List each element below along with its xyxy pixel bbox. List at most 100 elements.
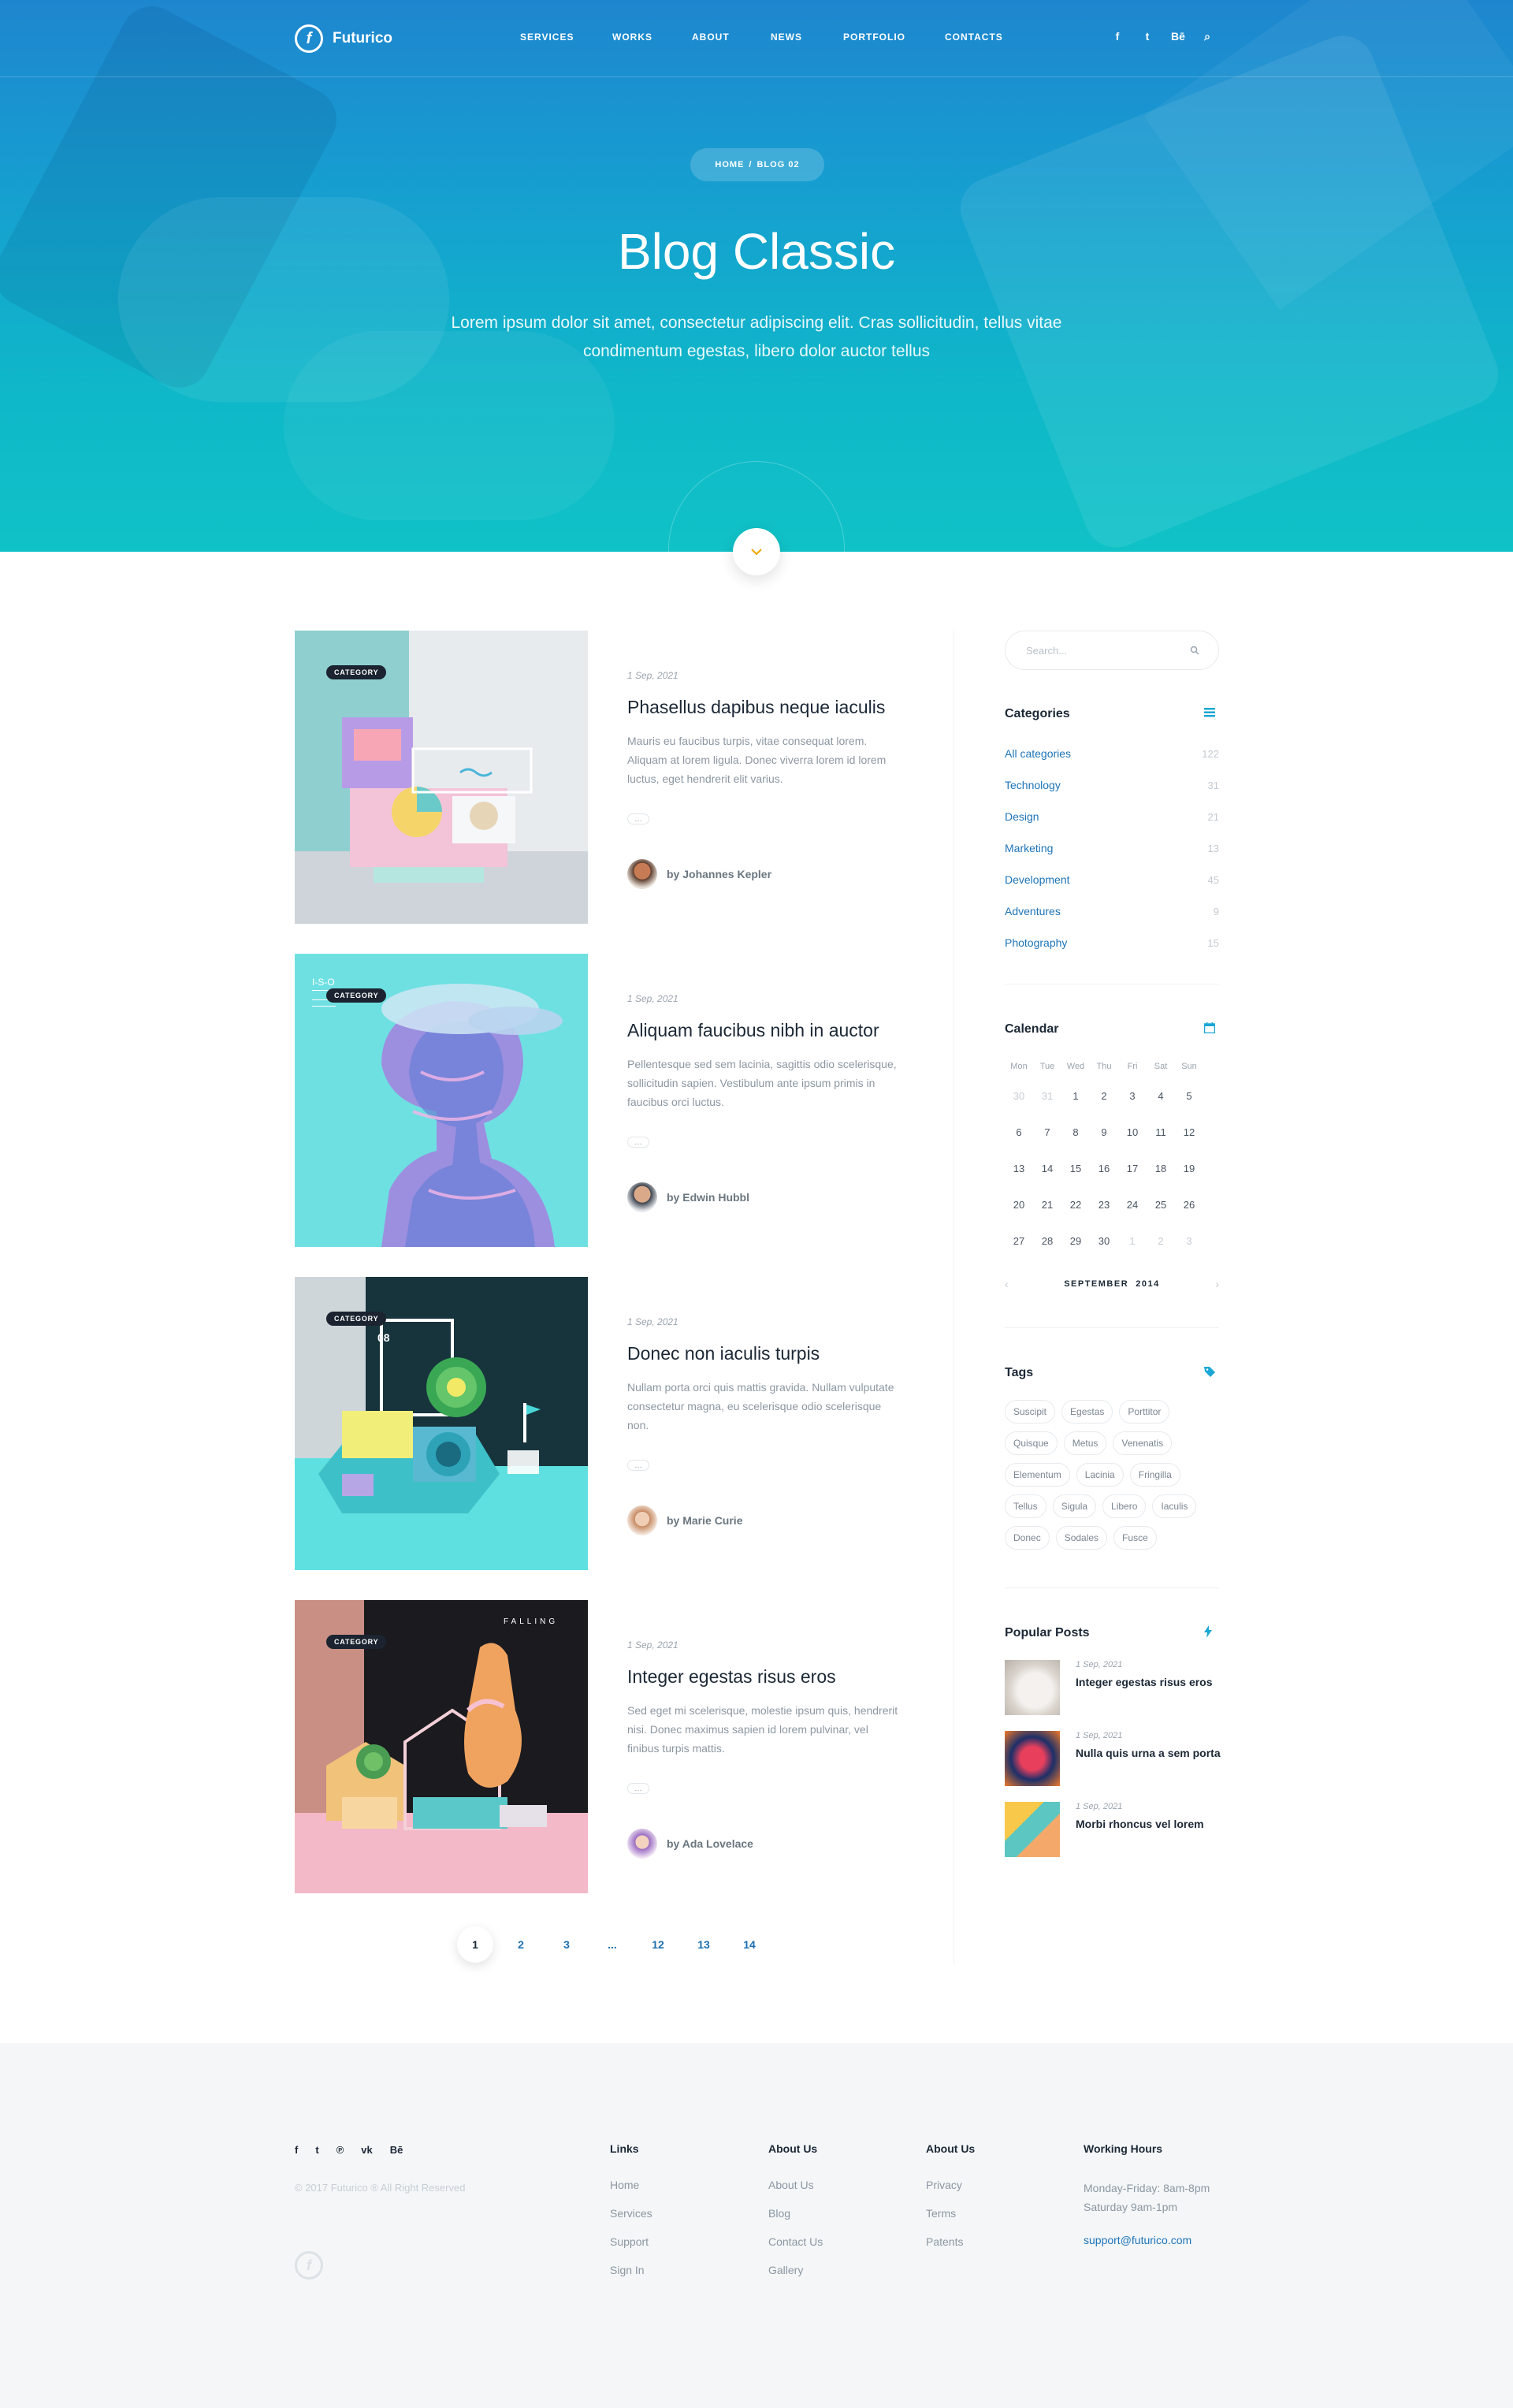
calendar-day[interactable]: 20: [1005, 1199, 1033, 1235]
footer-link-blog[interactable]: Blog: [768, 2207, 823, 2235]
search-icon[interactable]: [1190, 646, 1199, 655]
vk-icon[interactable]: vk: [361, 2144, 372, 2156]
read-more-button[interactable]: …: [627, 1783, 649, 1794]
calendar-day[interactable]: 27: [1005, 1235, 1033, 1271]
tag-item[interactable]: Elementum: [1005, 1463, 1070, 1487]
menu-item-portfolio[interactable]: PORTFOLIO: [843, 32, 945, 43]
calendar-day[interactable]: 31: [1033, 1090, 1061, 1126]
page-1[interactable]: 1: [457, 1926, 493, 1963]
popular-post[interactable]: 1 Sep, 2021 Morbi rhoncus vel lorem: [1005, 1802, 1233, 1859]
post-title[interactable]: Donec non iaculis turpis: [627, 1343, 820, 1364]
tag-item[interactable]: Venenatis: [1113, 1431, 1173, 1455]
post-author[interactable]: by Johannes Kepler: [627, 859, 771, 889]
search-icon[interactable]: ⌕: [1201, 30, 1214, 43]
category-item[interactable]: Development 45: [1005, 872, 1219, 888]
calendar-day[interactable]: 10: [1118, 1126, 1147, 1163]
menu-item-news[interactable]: NEWS: [771, 32, 843, 43]
tag-item[interactable]: Metus: [1063, 1431, 1107, 1455]
category-name[interactable]: Adventures: [1005, 905, 1061, 917]
footer-link-home[interactable]: Home: [610, 2179, 652, 2207]
menu-item-works[interactable]: WORKS: [612, 32, 692, 43]
footer-link-about-us[interactable]: About Us: [768, 2179, 823, 2207]
page-3[interactable]: 3: [548, 1926, 585, 1963]
category-name[interactable]: Marketing: [1005, 842, 1053, 854]
tag-item[interactable]: Libero: [1102, 1494, 1147, 1518]
post-author[interactable]: by Edwin Hubbl: [627, 1182, 749, 1212]
post-title[interactable]: Integer egestas risus eros: [627, 1666, 836, 1688]
category-name[interactable]: All categories: [1005, 747, 1071, 760]
category-badge[interactable]: CATEGORY: [326, 1312, 387, 1326]
calendar-day[interactable]: 9: [1090, 1126, 1118, 1163]
tag-item[interactable]: Lacinia: [1076, 1463, 1124, 1487]
popular-post-title[interactable]: Morbi rhoncus vel lorem: [1076, 1816, 1225, 1832]
calendar-day[interactable]: 26: [1175, 1199, 1203, 1235]
menu-item-services[interactable]: SERVICES: [520, 32, 612, 43]
footer-link-services[interactable]: Services: [610, 2207, 652, 2235]
category-name[interactable]: Photography: [1005, 936, 1067, 949]
calendar-day[interactable]: 3: [1175, 1235, 1203, 1271]
popular-post-title[interactable]: Integer egestas risus eros: [1076, 1674, 1225, 1690]
calendar-day[interactable]: 1: [1118, 1235, 1147, 1271]
calendar-day[interactable]: 23: [1090, 1199, 1118, 1235]
category-badge[interactable]: CATEGORY: [326, 1635, 387, 1649]
tag-item[interactable]: Porttitor: [1119, 1400, 1170, 1424]
calendar-day[interactable]: 12: [1175, 1126, 1203, 1163]
popular-post[interactable]: 1 Sep, 2021 Nulla quis urna a sem porta: [1005, 1731, 1233, 1788]
tag-item[interactable]: Iaculis: [1152, 1494, 1197, 1518]
category-item[interactable]: Photography 15: [1005, 935, 1219, 951]
calendar-day[interactable]: 4: [1147, 1090, 1175, 1126]
calendar-day[interactable]: 28: [1033, 1235, 1061, 1271]
menu-item-about[interactable]: ABOUT: [692, 32, 771, 43]
page-14[interactable]: 14: [731, 1926, 768, 1963]
category-name[interactable]: Development: [1005, 873, 1070, 886]
behance-icon[interactable]: Bē: [1171, 30, 1185, 43]
calendar-day[interactable]: 7: [1033, 1126, 1061, 1163]
calendar-day[interactable]: 22: [1061, 1199, 1090, 1235]
breadcrumb-home[interactable]: HOME: [715, 160, 744, 169]
post-author[interactable]: by Ada Lovelace: [627, 1829, 753, 1859]
calendar-day[interactable]: 19: [1175, 1163, 1203, 1199]
twitter-icon[interactable]: t: [315, 2144, 318, 2156]
category-name[interactable]: Technology: [1005, 779, 1061, 791]
calendar-day[interactable]: 16: [1090, 1163, 1118, 1199]
post-image[interactable]: I-S-O CATEGORY: [295, 954, 588, 1247]
facebook-icon[interactable]: f: [295, 2144, 298, 2156]
calendar-day[interactable]: 18: [1147, 1163, 1175, 1199]
tag-item[interactable]: Egestas: [1061, 1400, 1113, 1424]
post-title[interactable]: Phasellus dapibus neque iaculis: [627, 697, 885, 718]
menu-item-contacts[interactable]: CONTACTS: [945, 32, 1003, 43]
post-title[interactable]: Aliquam faucibus nibh in auctor: [627, 1020, 879, 1041]
calendar-day[interactable]: 30: [1005, 1090, 1033, 1126]
support-email-link[interactable]: support@futurico.com: [1084, 2234, 1210, 2246]
scroll-down-button[interactable]: [733, 528, 780, 575]
category-item[interactable]: Technology 31: [1005, 777, 1219, 793]
tag-item[interactable]: Suscipit: [1005, 1400, 1056, 1424]
calendar-day[interactable]: 3: [1118, 1090, 1147, 1126]
calendar-day[interactable]: 11: [1147, 1126, 1175, 1163]
tag-item[interactable]: Quisque: [1005, 1431, 1058, 1455]
popular-post-title[interactable]: Nulla quis urna a sem porta: [1076, 1745, 1225, 1761]
brand-logo[interactable]: f Futurico: [295, 24, 392, 53]
calendar-day[interactable]: 5: [1175, 1090, 1203, 1126]
read-more-button[interactable]: …: [627, 813, 649, 824]
footer-link-privacy[interactable]: Privacy: [926, 2179, 975, 2207]
footer-link-terms[interactable]: Terms: [926, 2207, 975, 2235]
page-2[interactable]: 2: [503, 1926, 539, 1963]
calendar-day[interactable]: 29: [1061, 1235, 1090, 1271]
calendar-day[interactable]: 25: [1147, 1199, 1175, 1235]
category-name[interactable]: Design: [1005, 810, 1039, 823]
popular-post[interactable]: 1 Sep, 2021 Integer egestas risus eros: [1005, 1660, 1233, 1717]
tag-item[interactable]: Fringilla: [1129, 1463, 1180, 1487]
category-badge[interactable]: CATEGORY: [326, 665, 387, 679]
category-badge[interactable]: CATEGORY: [326, 988, 387, 1003]
calendar-day[interactable]: 2: [1090, 1090, 1118, 1126]
read-more-button[interactable]: …: [627, 1460, 649, 1471]
behance-icon[interactable]: Bē: [390, 2144, 403, 2156]
post-image[interactable]: CATEGORY: [295, 631, 588, 924]
footer-link-gallery[interactable]: Gallery: [768, 2264, 823, 2292]
calendar-day[interactable]: 1: [1061, 1090, 1090, 1126]
calendar-day[interactable]: 17: [1118, 1163, 1147, 1199]
facebook-icon[interactable]: f: [1111, 30, 1124, 43]
tag-item[interactable]: Fusce: [1113, 1526, 1157, 1550]
calendar-day[interactable]: 6: [1005, 1126, 1033, 1163]
